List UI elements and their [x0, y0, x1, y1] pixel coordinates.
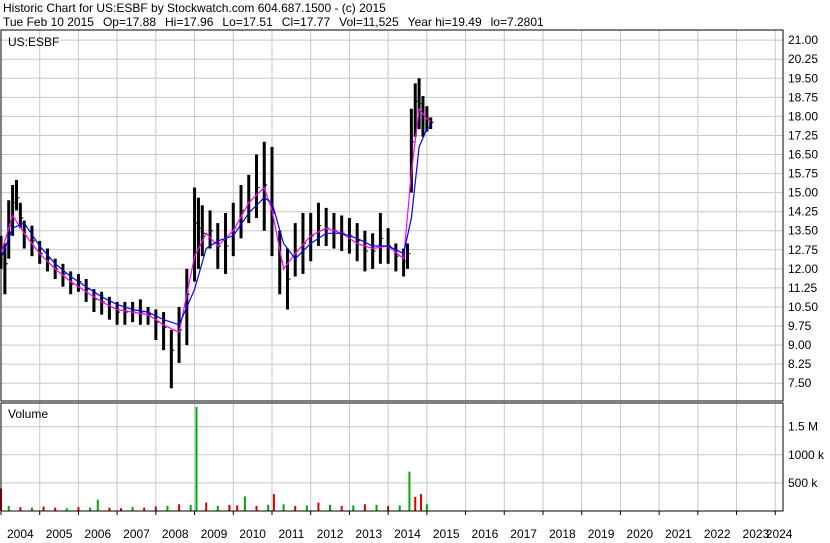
year-tick-label: 2015 — [433, 527, 460, 541]
volume-bar — [166, 505, 169, 511]
volume-grid — [0, 403, 783, 511]
year-tick-label: 2005 — [46, 527, 73, 541]
price-tick-label: 10.50 — [788, 300, 818, 314]
volume-bar — [398, 505, 401, 511]
volume-bar — [352, 505, 355, 511]
volume-tick-label: 500 k — [788, 476, 818, 490]
price-tick-label: 9.00 — [788, 338, 812, 352]
volume-bar — [96, 499, 99, 511]
price-tick-label: 8.25 — [788, 357, 812, 371]
price-tick-label: 19.50 — [788, 71, 818, 85]
volume-bar — [317, 502, 320, 511]
volume-bar — [243, 496, 246, 511]
volume-bar — [195, 406, 198, 511]
ma-long-line — [0, 126, 432, 326]
year-tick-label: 2008 — [162, 527, 189, 541]
volume-bar — [363, 504, 366, 511]
price-tick-label: 9.75 — [788, 319, 812, 333]
price-tick-label: 17.25 — [788, 128, 818, 142]
volume-bar — [340, 505, 343, 511]
volume-bar — [189, 504, 192, 511]
year-tick-label: 2009 — [201, 527, 228, 541]
volume-bar — [267, 504, 270, 511]
volume-bar — [236, 505, 239, 511]
volume-bar — [89, 507, 92, 511]
volume-bar — [108, 507, 111, 511]
price-grid — [0, 30, 783, 401]
year-tick-label: 2006 — [84, 527, 111, 541]
year-tick-label: 2012 — [317, 527, 344, 541]
volume-bar — [272, 494, 275, 511]
volume-panel-frame — [0, 402, 784, 512]
volume-bar — [7, 505, 10, 511]
price-axis-ticks: 21.00 20.25 19.50 18.75 18.00 17.25 16.50 15.75… — [788, 33, 818, 390]
volume-bar — [131, 507, 134, 511]
volume-bar — [42, 506, 45, 511]
price-tick-label: 12.00 — [788, 262, 818, 276]
volume-bars — [0, 406, 428, 511]
volume-bar — [77, 507, 80, 511]
panel-frames — [0, 29, 784, 512]
year-tick-label: 2017 — [510, 527, 537, 541]
volume-bar — [387, 505, 390, 511]
year-tick-label: 2004 — [7, 527, 34, 541]
volume-tick-label: 1000 k — [788, 448, 825, 462]
volume-bar — [329, 504, 332, 511]
volume-bar — [414, 496, 417, 511]
volume-bar — [408, 471, 411, 511]
price-tick-label: 21.00 — [788, 33, 818, 47]
year-tick-label: 2011 — [278, 527, 304, 541]
year-tick-label: 2007 — [123, 527, 150, 541]
price-tick-label: 14.25 — [788, 205, 818, 219]
price-tick-label: 20.25 — [788, 52, 818, 66]
volume-bar — [154, 506, 157, 511]
volume-bar — [54, 507, 57, 511]
volume-bar — [282, 504, 285, 511]
price-tick-label: 15.00 — [788, 186, 818, 200]
volume-bar — [30, 507, 33, 511]
year-tick-label: 2024 — [766, 527, 793, 541]
price-tick-label: 12.75 — [788, 243, 818, 257]
volume-bar — [178, 504, 181, 511]
year-tick-label: 2014 — [394, 527, 421, 541]
volume-bar — [425, 504, 428, 511]
price-tick-label: 16.50 — [788, 148, 818, 162]
volume-bar — [205, 502, 208, 511]
volume-bar — [375, 504, 378, 511]
volume-bar — [143, 507, 146, 511]
price-tick-label: 7.50 — [788, 376, 812, 390]
year-tick-label: 2021 — [665, 527, 692, 541]
year-tick-label: 2020 — [626, 527, 653, 541]
year-tick-label: 2010 — [239, 527, 266, 541]
volume-bar — [19, 507, 22, 511]
year-tick-label: 2016 — [472, 527, 499, 541]
price-tick-label: 13.50 — [788, 224, 818, 238]
year-tick-label: 2018 — [549, 527, 576, 541]
price-tick-label: 18.00 — [788, 109, 818, 123]
volume-bar — [216, 505, 219, 511]
volume-bar — [420, 494, 423, 511]
symbol-label: US:ESBF — [8, 35, 59, 49]
volume-bar — [305, 505, 308, 511]
year-tick-label: 2013 — [355, 527, 382, 541]
volume-tick-label: 1.5 M — [788, 420, 818, 434]
price-tick-label: 15.75 — [788, 167, 818, 181]
volume-bar — [294, 505, 297, 511]
volume-label: Volume — [8, 407, 48, 421]
ma-short-line — [0, 107, 432, 334]
price-tick-label: 11.25 — [788, 281, 817, 295]
price-bars — [0, 78, 434, 389]
stock-chart: 21.00 20.25 19.50 18.75 18.00 17.25 16.50 15.75… — [0, 29, 825, 541]
year-axis-ticks: 2004 2005 2006 2007 2008 2009 2010 2011 2012 2013… — [0, 511, 793, 541]
year-tick-label: 2019 — [588, 527, 615, 541]
price-tick-label: 18.75 — [788, 90, 818, 104]
year-tick-label: 2022 — [704, 527, 731, 541]
volume-bar — [255, 505, 258, 511]
volume-axis-ticks: 1.5 M 1000 k 500 k — [788, 420, 825, 490]
volume-bar — [228, 504, 231, 511]
moving-average-lines — [0, 107, 432, 334]
